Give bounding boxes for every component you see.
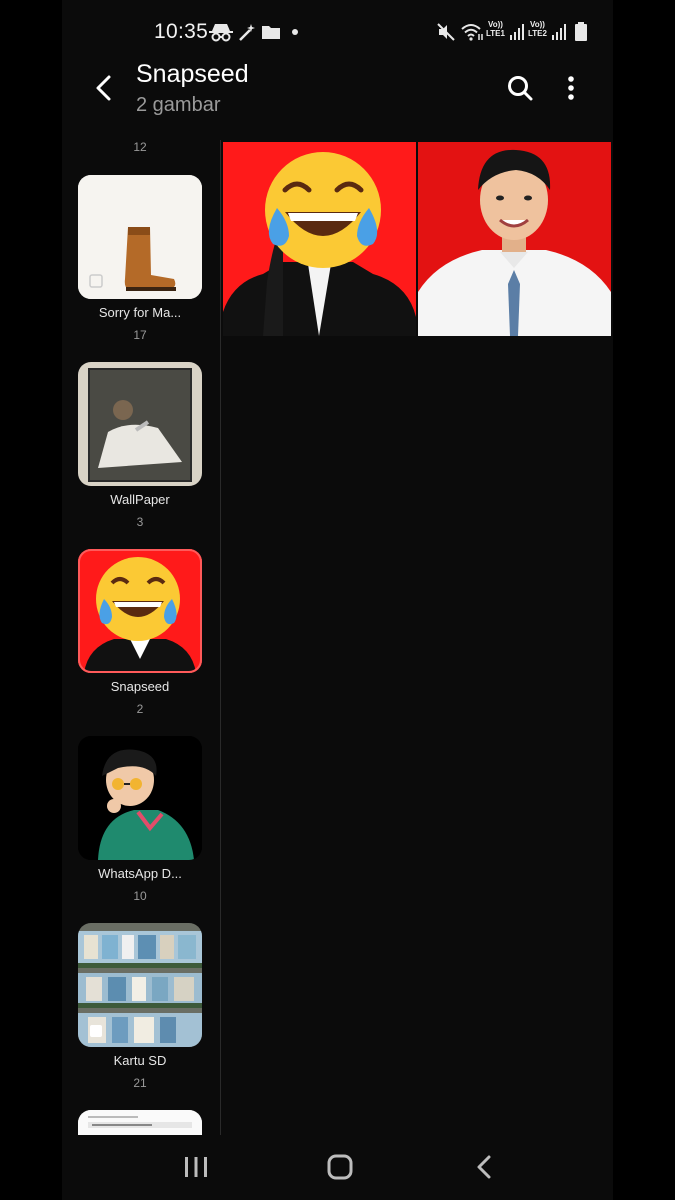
album-name: WallPaper — [110, 492, 170, 507]
sim2-volte-label: Vo)) LTE2 — [528, 20, 547, 38]
mute-icon — [437, 23, 455, 41]
signal-sim2-icon — [552, 24, 566, 40]
boot-thumbnail-image — [78, 175, 202, 299]
folder-icon — [262, 26, 280, 39]
back-icon — [477, 1155, 491, 1179]
album-count: 21 — [133, 1076, 147, 1090]
back-arrow-icon — [96, 75, 111, 101]
status-time: 10:35 — [154, 20, 209, 43]
back-button[interactable] — [82, 66, 126, 110]
partial-album-count: 12 — [133, 140, 147, 154]
album-name: Snapseed — [110, 679, 170, 694]
album-thumbnail[interactable] — [78, 549, 202, 673]
album-item-partial[interactable] — [78, 1110, 202, 1135]
search-icon — [508, 76, 533, 101]
nav-back-button[interactable] — [462, 1149, 506, 1185]
album-item-sorry-for-ma[interactable]: Sorry for Ma... 17 — [78, 175, 202, 342]
status-bar: 10:35 Vo)) LTE1 Vo)) LTE2 — [62, 0, 613, 60]
more-vert-icon — [568, 76, 574, 100]
whatsapp-thumbnail-image — [78, 736, 202, 860]
album-item-snapseed[interactable]: Snapseed 2 — [78, 549, 202, 716]
document-thumbnail-image — [78, 1110, 202, 1135]
album-count: 17 — [133, 328, 147, 342]
album-count: 10 — [133, 889, 147, 903]
sim1-volte-label: Vo)) LTE1 — [486, 20, 505, 38]
signal-sim1-icon — [510, 24, 524, 40]
recents-button[interactable] — [174, 1149, 218, 1185]
album-count: 2 — [136, 702, 144, 716]
search-button[interactable] — [500, 68, 540, 108]
photo-grid-item[interactable] — [418, 142, 611, 336]
system-navigation-bar — [62, 1135, 613, 1200]
album-thumbnail[interactable] — [78, 175, 202, 299]
notification-dot — [292, 29, 298, 35]
student-portrait-photo — [418, 142, 611, 336]
panel-divider — [220, 140, 221, 1135]
album-name: WhatsApp D... — [98, 866, 182, 881]
album-count: 3 — [136, 515, 144, 529]
album-item-wallpaper[interactable]: WallPaper 3 — [78, 362, 202, 529]
magic-wand-icon — [239, 24, 255, 41]
album-item-whatsapp[interactable]: WhatsApp D... 10 — [78, 736, 202, 903]
page-subtitle: 2 gambar — [136, 94, 221, 116]
album-name: Sorry for Ma... — [98, 305, 182, 320]
page-title: Snapseed — [136, 60, 249, 88]
photo-grid-item[interactable] — [223, 142, 416, 336]
recents-icon — [185, 1157, 207, 1177]
album-name: Kartu SD — [113, 1053, 167, 1068]
snapseed-thumbnail-image — [78, 549, 202, 673]
gallery-screen: 10:35 Vo)) LTE1 Vo)) LTE2 Snapseed 2 gam… — [62, 0, 613, 1200]
album-item-kartu-sd[interactable]: Kartu SD 21 — [78, 923, 202, 1090]
incognito-icon — [209, 24, 233, 42]
bookshelf-thumbnail-image — [78, 923, 202, 1047]
wifi-icon — [461, 24, 483, 41]
home-button[interactable] — [318, 1149, 362, 1185]
album-thumbnail[interactable] — [78, 1110, 202, 1135]
album-thumbnail[interactable] — [78, 736, 202, 860]
emoji-face-photo — [223, 142, 416, 336]
album-thumbnail[interactable] — [78, 923, 202, 1047]
album-list[interactable]: 12 Sorry for Ma... 17 WallPaper 3 Snapse… — [62, 140, 220, 1135]
wallpaper-thumbnail-image — [78, 362, 202, 486]
album-thumbnail[interactable] — [78, 362, 202, 486]
battery-icon — [575, 22, 587, 41]
more-options-button[interactable] — [556, 68, 586, 108]
home-icon — [327, 1154, 353, 1180]
